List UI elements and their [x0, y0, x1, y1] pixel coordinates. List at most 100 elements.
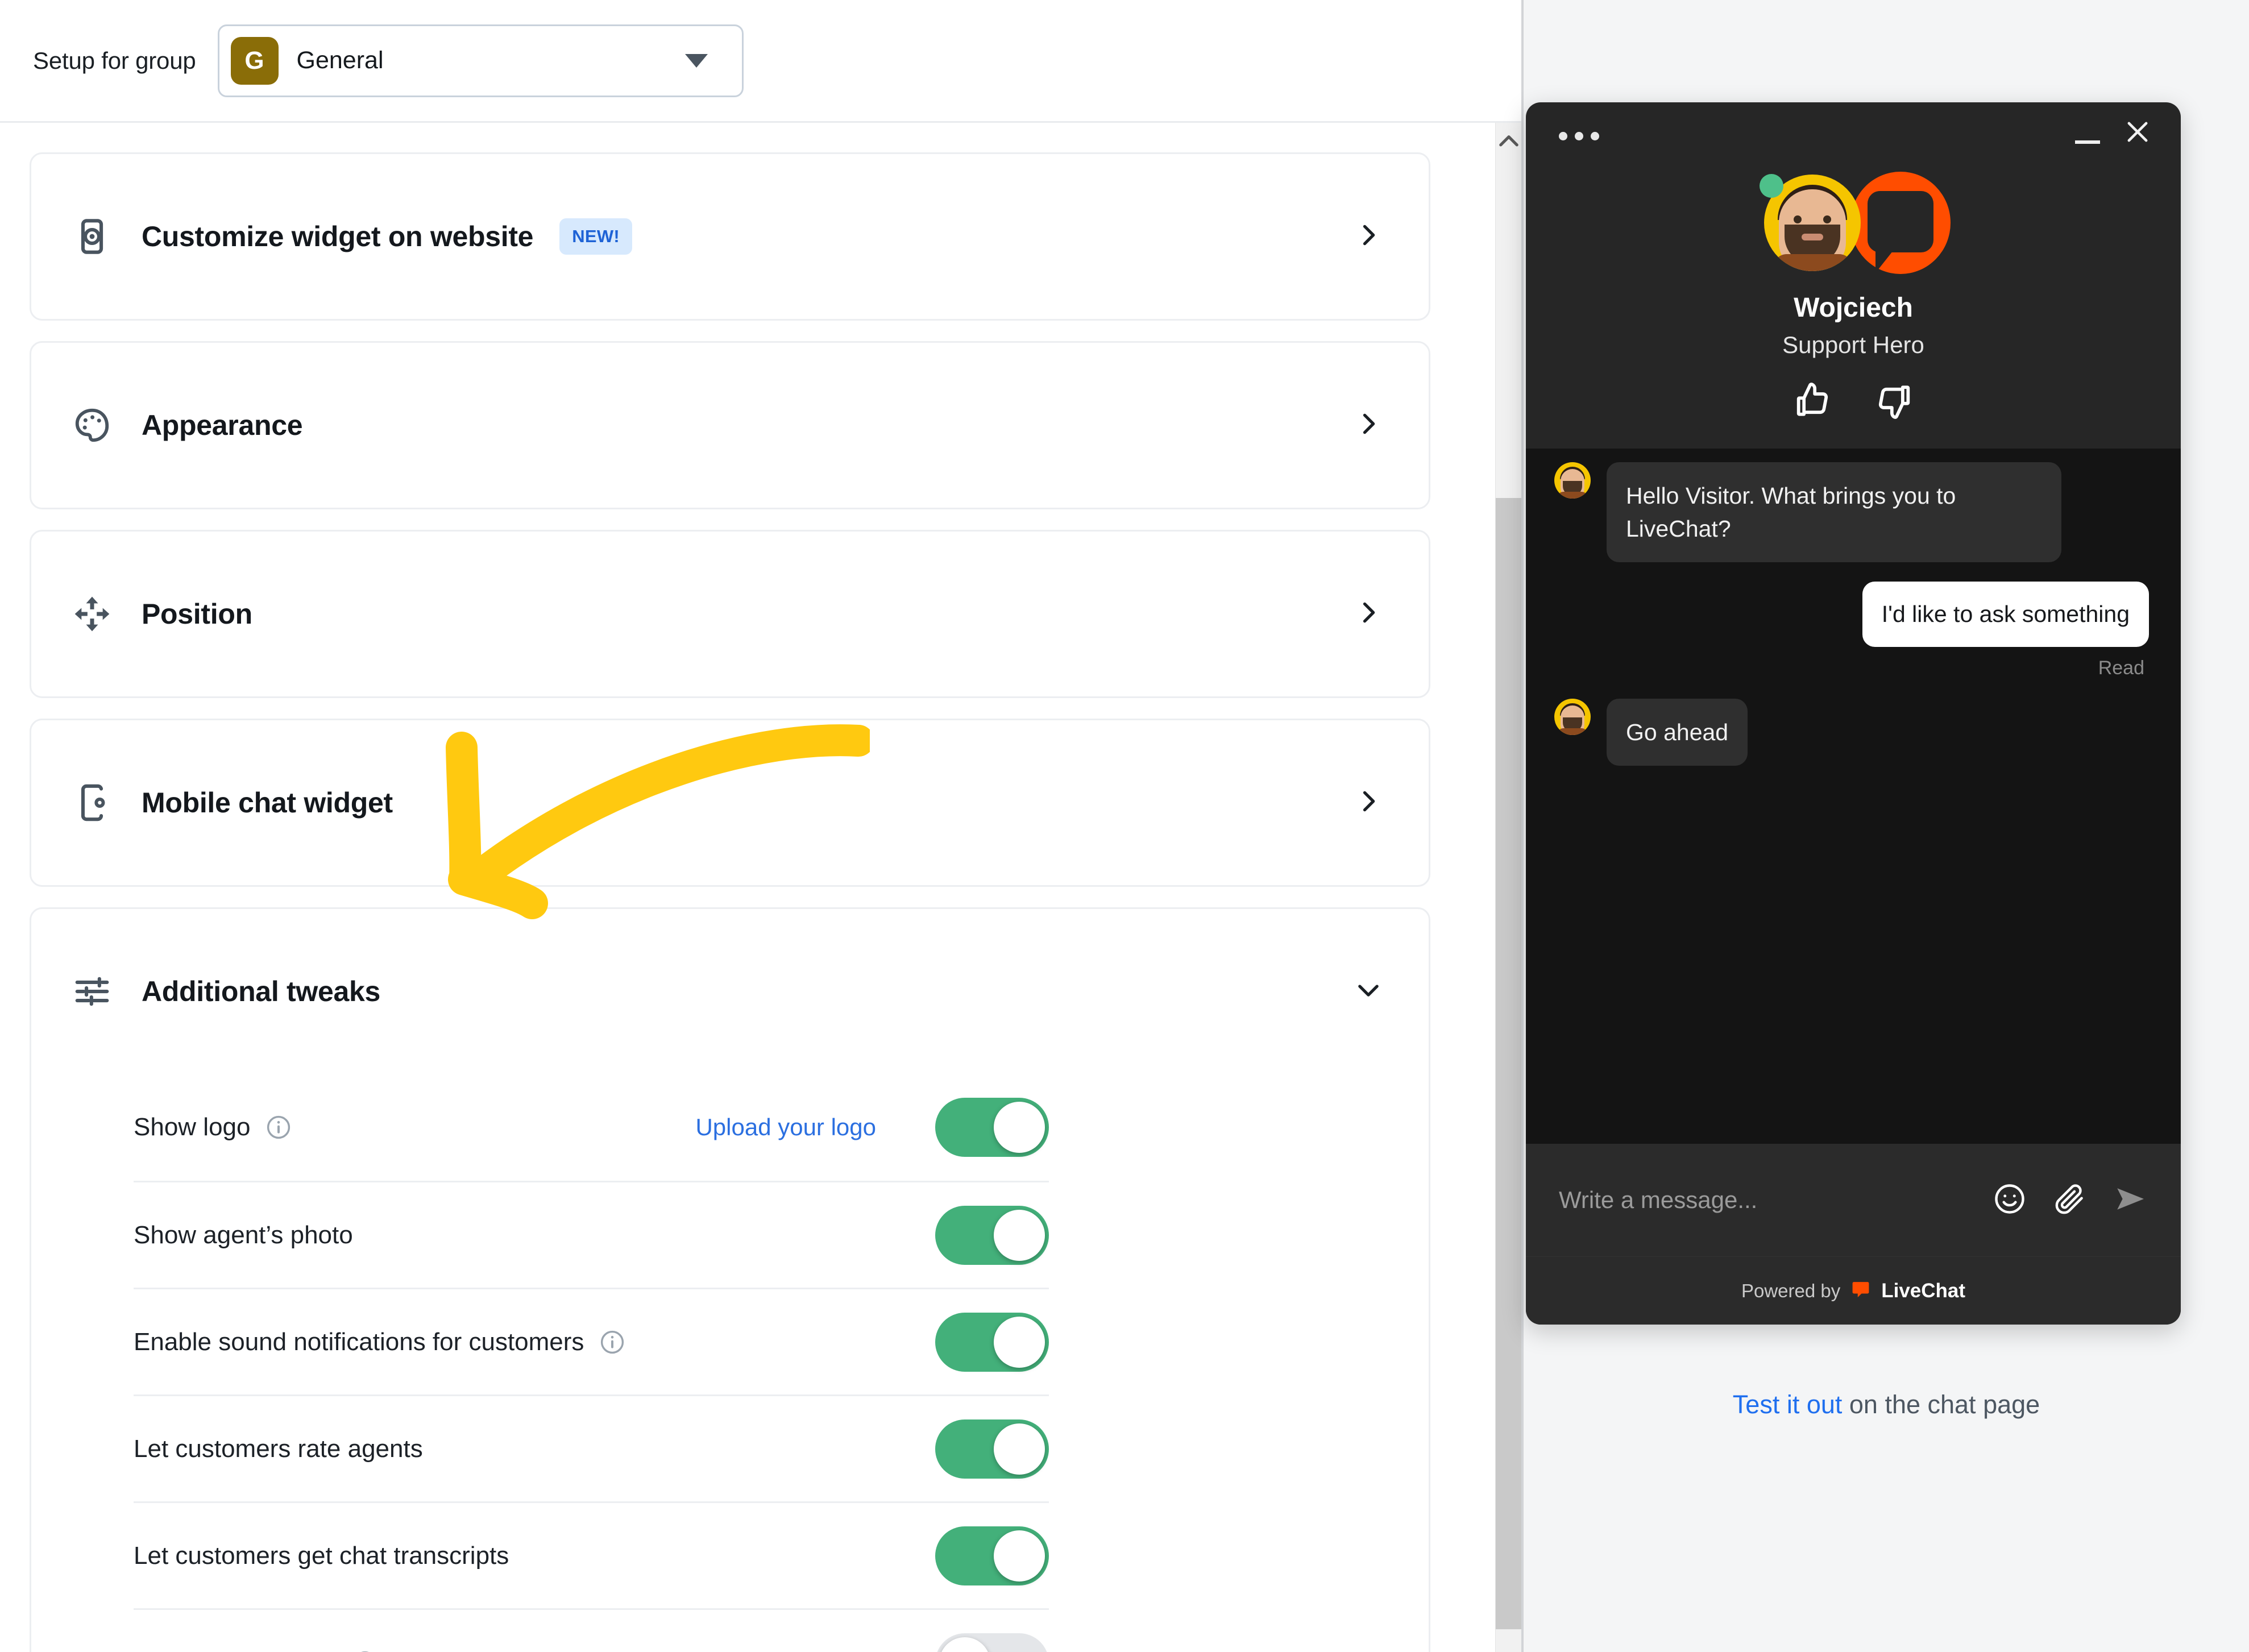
preview-pane: Wojciech Support Hero Hello Visitor. Wha… [1521, 0, 2249, 1652]
info-icon[interactable] [265, 1114, 292, 1141]
tweaks-list: Show logo Upload your logo Show agent’s … [31, 1074, 1429, 1652]
test-it-out-link[interactable]: Test it out [1733, 1390, 1843, 1419]
tweak-label: Show logo [134, 1113, 251, 1141]
chevron-up-icon[interactable] [1498, 133, 1520, 151]
card-header[interactable]: Customize widget on website NEW! [31, 154, 1429, 319]
info-icon[interactable] [599, 1329, 626, 1356]
avatar-eye [1823, 215, 1831, 223]
tweak-row: Show logo Upload your logo [134, 1074, 1049, 1181]
chevron-right-icon[interactable] [1354, 409, 1383, 442]
chat-message-row: Hello Visitor. What brings you to LiveCh… [1554, 462, 2149, 563]
close-icon[interactable] [2123, 117, 2152, 147]
card-title: Customize widget on website [142, 221, 534, 252]
avatar-shirt [1773, 254, 1853, 271]
palette-icon [72, 405, 112, 445]
chat-bubble: Go ahead [1607, 698, 1748, 766]
tweak-row: Let customers get chat transcripts [134, 1501, 1049, 1608]
tweak-label: Let customers get chat transcripts [134, 1541, 509, 1570]
chevron-right-icon[interactable] [1354, 787, 1383, 819]
chevron-down-icon [684, 53, 708, 68]
mobile-settings-icon [72, 783, 112, 823]
tweak-label: Show agent’s photo [134, 1221, 353, 1249]
card-title: Additional tweaks [142, 976, 380, 1007]
ellipsis-icon[interactable] [1559, 132, 1599, 140]
show-logo-toggle[interactable] [935, 1098, 1049, 1157]
group-name: General [296, 47, 384, 74]
minimize-icon[interactable] [2075, 140, 2100, 144]
chevron-right-icon[interactable] [1354, 598, 1383, 630]
message-input[interactable]: Write a message... [1559, 1186, 1992, 1214]
window-controls [2075, 117, 2152, 147]
tweak-row: Show agent’s photo [134, 1181, 1049, 1288]
rating-controls [1791, 379, 1915, 422]
settings-pane: Setup for group G General Customize widg… [0, 0, 1521, 1652]
tweak-label: Enable sound notifications for customers [134, 1327, 584, 1356]
chat-transcripts-toggle[interactable] [935, 1526, 1049, 1585]
show-agent-photo-toggle[interactable] [935, 1205, 1049, 1265]
avatar-eye [1794, 215, 1802, 223]
rate-agents-toggle[interactable] [935, 1419, 1049, 1479]
chat-widget-topbar [1526, 102, 2181, 159]
agent-role: Support Hero [1782, 331, 1924, 358]
chat-widget-hero: Wojciech Support Hero [1526, 159, 2181, 449]
card-customize-widget[interactable]: Customize widget on website NEW! [30, 152, 1430, 321]
white-label-widget-toggle[interactable] [935, 1633, 1049, 1652]
toggle-knob [994, 1102, 1045, 1153]
setup-for-group-label: Setup for group [33, 47, 196, 74]
tweak-label: Let customers rate agents [134, 1434, 423, 1463]
settings-list: Customize widget on website NEW! Appeara… [0, 123, 1521, 1652]
message-status: Read [2098, 657, 2144, 679]
toggle-knob [994, 1209, 1045, 1261]
test-it-out-line: Test it out on the chat page [1524, 1390, 2249, 1419]
avatar [1554, 698, 1591, 735]
card-additional-tweaks[interactable]: Additional tweaks Show logo Upload your … [30, 907, 1430, 1652]
test-it-out-tail: on the chat page [1842, 1390, 2040, 1419]
chat-widget-preview: Wojciech Support Hero Hello Visitor. Wha… [1526, 102, 2181, 1325]
avatar [1554, 462, 1591, 499]
move-arrows-icon [72, 594, 112, 634]
toggle-knob [994, 1423, 1045, 1475]
card-title: Appearance [142, 409, 303, 441]
livechat-brand-label: LiveChat [1881, 1279, 1966, 1302]
agent-name: Wojciech [1794, 293, 1913, 323]
chat-bubble: Hello Visitor. What brings you to LiveCh… [1607, 462, 2061, 563]
card-title: Mobile chat widget [142, 787, 393, 819]
smiley-icon[interactable] [1992, 1181, 2027, 1219]
thumbs-down-icon[interactable] [1872, 379, 1915, 422]
info-icon[interactable] [351, 1649, 379, 1652]
agent-avatar-group [1760, 172, 1951, 274]
card-header[interactable]: Position [31, 532, 1429, 696]
chat-messages: Hello Visitor. What brings you to LiveCh… [1526, 449, 2181, 1144]
chevron-down-icon[interactable] [1354, 976, 1383, 1008]
paperclip-icon[interactable] [2052, 1181, 2088, 1219]
sliders-icon [72, 972, 112, 1011]
mobile-preview-icon [72, 217, 112, 256]
card-position[interactable]: Position [30, 530, 1430, 698]
sound-notifications-toggle[interactable] [935, 1312, 1049, 1372]
card-appearance[interactable]: Appearance [30, 341, 1430, 509]
card-header[interactable]: Appearance [31, 343, 1429, 508]
tweak-label: White label widget [134, 1649, 337, 1652]
upload-your-logo-link[interactable]: Upload your logo [695, 1114, 876, 1141]
livechat-logo-icon [1850, 1279, 1871, 1302]
chat-widget-footer: Powered by LiveChat [1526, 1256, 2181, 1325]
avatar-mouth [1802, 234, 1823, 240]
composer-icons [1992, 1180, 2150, 1221]
chat-composer: Write a message... [1526, 1144, 2181, 1256]
card-header[interactable]: Mobile chat widget [31, 720, 1429, 885]
group-avatar: G [230, 36, 279, 85]
scrollbar-thumb[interactable] [1496, 498, 1521, 1629]
chevron-right-icon[interactable] [1354, 221, 1383, 253]
group-select[interactable]: G General [217, 24, 744, 97]
chat-bubble: I'd like to ask something [1862, 582, 2149, 647]
powered-by-label: Powered by [1741, 1280, 1841, 1301]
vertical-scrollbar[interactable] [1495, 123, 1521, 1652]
tweak-row: White label widget [134, 1608, 1049, 1652]
app-root: Setup for group G General Customize widg… [0, 0, 2249, 1652]
card-mobile-chat-widget[interactable]: Mobile chat widget [30, 719, 1430, 887]
thumbs-up-icon[interactable] [1791, 379, 1835, 422]
card-header[interactable]: Additional tweaks [31, 909, 1429, 1074]
toggle-knob [994, 1530, 1045, 1582]
send-icon[interactable] [2113, 1180, 2150, 1221]
livechat-bubble-icon [1850, 172, 1951, 274]
